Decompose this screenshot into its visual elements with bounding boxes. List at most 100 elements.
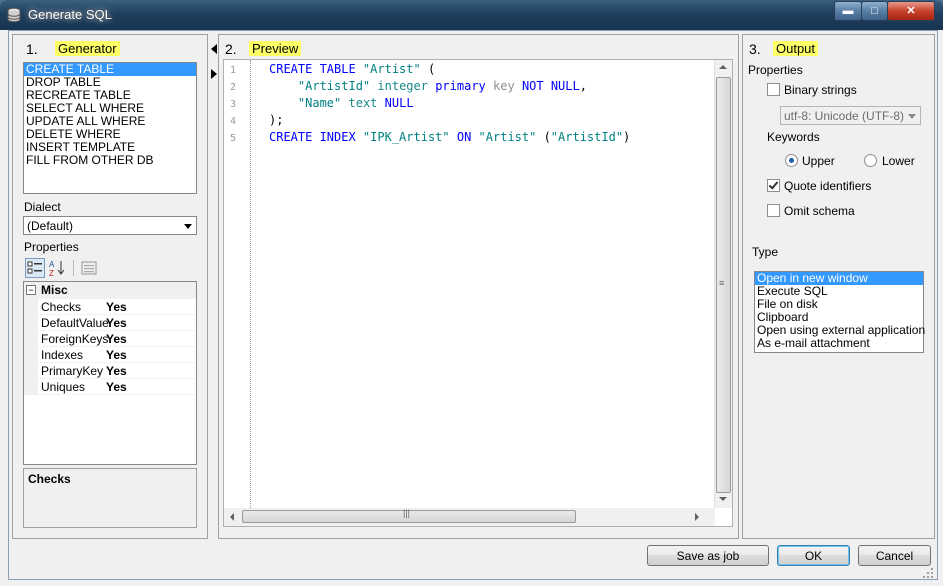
alphabetical-sort-button[interactable]: A Z — [47, 258, 67, 278]
line-number: 5 — [230, 133, 237, 144]
property-value[interactable]: Yes — [106, 299, 127, 315]
lower-radio[interactable] — [864, 154, 877, 167]
property-value[interactable]: Yes — [106, 363, 127, 379]
property-value[interactable]: Yes — [106, 347, 127, 363]
property-row[interactable]: ForeignKeys Yes — [24, 331, 196, 347]
line-number: 3 — [230, 99, 237, 110]
property-pages-button[interactable] — [79, 258, 99, 278]
properties-label: Properties — [24, 240, 79, 254]
output-step-number: 3. — [749, 41, 761, 57]
code-token: "ArtistId" — [550, 130, 624, 144]
binary-strings-checkbox[interactable] — [767, 83, 780, 96]
code-line: CREATE INDEX "IPK_Artist" ON "Artist" ("… — [269, 130, 630, 144]
property-value[interactable]: Yes — [106, 331, 127, 347]
title-bar[interactable]: Generate SQL ▬ □ ✕ — [0, 0, 943, 30]
svg-text:Z: Z — [49, 269, 54, 278]
horizontal-scroll-thumb[interactable]: ||| — [242, 508, 576, 523]
binary-strings-label[interactable]: Binary strings — [784, 83, 857, 97]
encoding-select[interactable]: utf-8: Unicode (UTF-8) — [780, 106, 921, 125]
collapse-left-icon[interactable] — [211, 44, 217, 54]
list-item[interactable]: As e-mail attachment — [755, 337, 923, 350]
code-token: "Name" — [297, 96, 342, 110]
code-token: integer — [377, 79, 428, 93]
close-button[interactable]: ✕ — [887, 1, 935, 21]
categorized-view-button[interactable] — [25, 258, 45, 278]
omit-schema-checkbox[interactable] — [767, 204, 780, 217]
categorized-icon — [27, 261, 42, 274]
dialect-label: Dialect — [24, 200, 61, 214]
code-token: ); — [269, 113, 284, 127]
minimize-icon: ▬ — [842, 5, 854, 17]
code-token: primary — [435, 79, 486, 93]
cancel-button[interactable]: Cancel — [858, 545, 931, 566]
lower-label[interactable]: Lower — [882, 154, 915, 168]
scroll-up-icon[interactable] — [719, 65, 727, 69]
property-row[interactable]: PrimaryKey Yes — [24, 363, 196, 379]
resize-grip-icon[interactable] — [922, 567, 934, 579]
code-token: text — [348, 96, 378, 110]
code-line: CREATE TABLE "Artist" ( — [269, 62, 435, 76]
generator-heading: Generator — [55, 41, 120, 56]
property-row[interactable]: Uniques Yes — [24, 379, 196, 395]
upper-label[interactable]: Upper — [802, 154, 835, 168]
maximize-icon: □ — [871, 5, 878, 17]
line-number: 1 — [230, 65, 237, 76]
expand-right-icon[interactable] — [211, 69, 217, 79]
property-grid[interactable]: − Misc Checks Yes DefaultValue Yes ForeignKe… — [23, 281, 197, 465]
scroll-right-icon[interactable] — [695, 513, 699, 521]
property-row[interactable]: Checks Yes — [24, 299, 196, 315]
code-token: ) — [623, 130, 631, 144]
ok-button[interactable]: OK — [777, 545, 850, 566]
line-number: 4 — [230, 116, 237, 127]
property-name: PrimaryKey — [41, 364, 104, 378]
close-icon: ✕ — [906, 5, 916, 17]
property-pages-icon — [81, 261, 97, 275]
code-token: "IPK_Artist" — [362, 130, 450, 144]
row-divider — [38, 394, 196, 395]
property-value[interactable]: Yes — [106, 379, 127, 395]
sql-preview-editor[interactable]: 1 2 3 4 5 CREATE TABLE "Artist" ( "ArtistId"… — [223, 59, 733, 527]
svg-text:A: A — [49, 260, 55, 269]
code-line: ); — [269, 113, 283, 127]
minimize-button[interactable]: ▬ — [834, 1, 862, 21]
vertical-scrollbar[interactable]: ≡ — [714, 60, 732, 508]
generator-panel: 1. Generator CREATE TABLE DROP TABLE RECRE… — [12, 34, 208, 539]
property-name: ForeignKeys — [41, 332, 109, 346]
omit-schema-label[interactable]: Omit schema — [784, 204, 855, 218]
database-icon — [7, 7, 21, 23]
horizontal-scrollbar[interactable]: ||| — [224, 508, 715, 526]
collapse-icon[interactable]: − — [26, 285, 36, 295]
generator-step-number: 1. — [26, 41, 38, 57]
property-value[interactable]: Yes — [106, 315, 127, 331]
category-label: Misc — [41, 283, 68, 297]
grip-icon: ≡ — [719, 278, 725, 288]
output-type-list[interactable]: Open in new window Execute SQL File on dis… — [754, 271, 925, 353]
preview-heading: Preview — [249, 41, 302, 56]
chevron-down-icon — [908, 114, 916, 119]
property-row[interactable]: Indexes Yes — [24, 347, 196, 363]
scroll-left-icon[interactable] — [230, 513, 234, 521]
vertical-scroll-thumb[interactable]: ≡ — [716, 77, 731, 493]
quote-identifiers-checkbox[interactable] — [767, 179, 780, 192]
dialect-select[interactable]: (Default) — [23, 216, 197, 235]
property-row[interactable]: DefaultValue Yes — [24, 315, 196, 331]
property-name: Checks — [41, 300, 82, 314]
maximize-button[interactable]: □ — [861, 1, 888, 21]
code-token: NULL — [384, 96, 414, 110]
generator-list[interactable]: CREATE TABLE DROP TABLE RECREATE TABLE SELE… — [23, 62, 197, 194]
code-token: key — [493, 79, 515, 93]
upper-radio[interactable] — [785, 154, 798, 167]
quote-identifiers-label[interactable]: Quote identifiers — [784, 179, 871, 193]
property-name: DefaultValue — [41, 316, 109, 330]
save-as-job-button[interactable]: Save as job — [647, 545, 769, 566]
code-token: ( — [420, 62, 436, 76]
code-line: "ArtistId" integer primary key NOT NULL, — [269, 79, 587, 93]
list-item[interactable]: FILL FROM OTHER DB — [24, 154, 196, 167]
scroll-down-icon[interactable] — [719, 497, 727, 501]
sort-az-icon: A Z — [49, 260, 65, 278]
category-row-misc[interactable]: − Misc — [24, 282, 196, 299]
